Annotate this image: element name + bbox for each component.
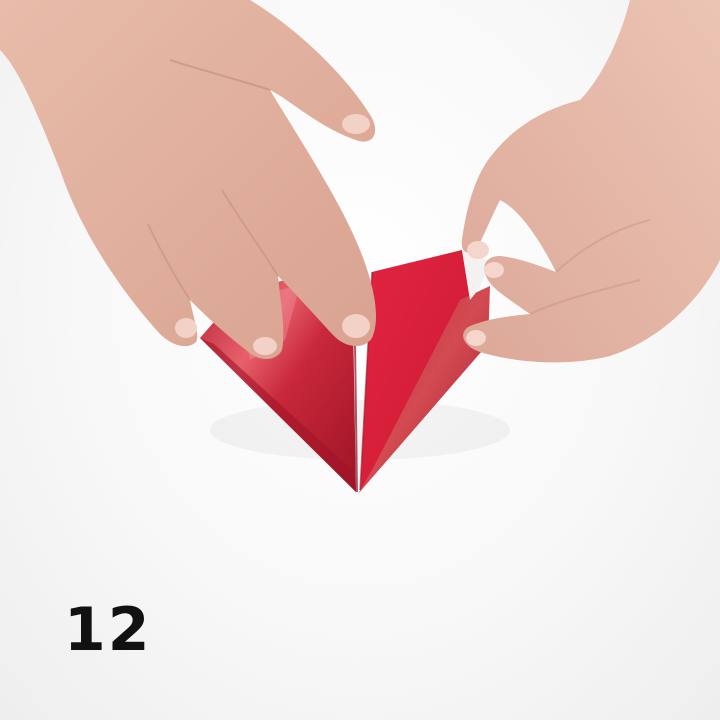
paper-shadow xyxy=(210,400,510,460)
right-thumb-nail xyxy=(467,241,489,259)
left-index-nail xyxy=(342,314,370,338)
left-hand xyxy=(0,0,376,359)
photo-scene: 12 xyxy=(0,0,720,720)
right-hand xyxy=(461,0,720,363)
step-number: 12 xyxy=(64,595,152,665)
